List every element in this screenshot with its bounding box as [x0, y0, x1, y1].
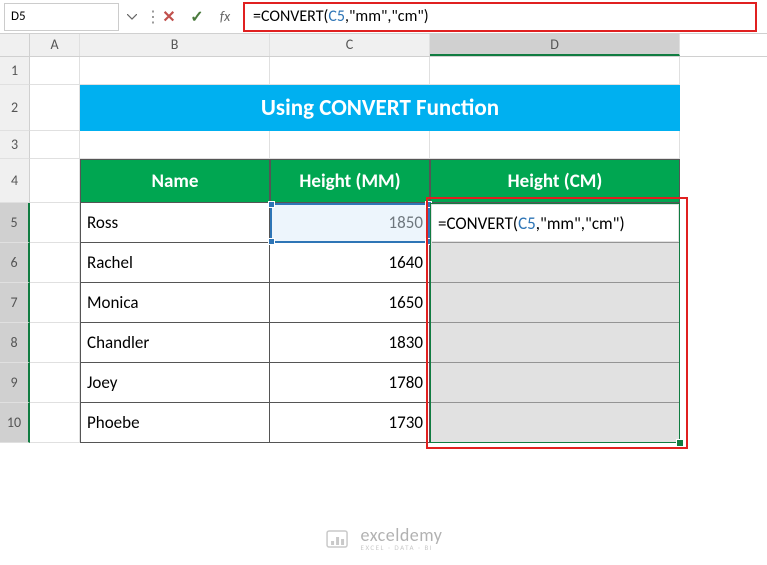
check-icon: ✓	[190, 7, 203, 27]
row-header-5[interactable]: 5	[0, 203, 30, 243]
cell-D5[interactable]	[430, 203, 680, 243]
formula-input[interactable]: =CONVERT(C5,"mm","cm")	[243, 2, 757, 32]
cell-A2[interactable]	[30, 85, 80, 131]
fx-icon: fx	[220, 8, 230, 25]
header-height-cm[interactable]: Height (CM)	[430, 159, 680, 203]
cell-C5[interactable]: 1850	[270, 203, 430, 243]
cell-C6[interactable]: 1640	[270, 243, 430, 283]
name-box-value: D5	[11, 9, 26, 24]
name-box-dropdown[interactable]	[123, 14, 141, 20]
cell-B8[interactable]: Chandler	[80, 323, 270, 363]
column-header-B[interactable]: B	[80, 34, 270, 56]
cell-B1[interactable]	[80, 57, 270, 85]
cell-B9[interactable]: Joey	[80, 363, 270, 403]
watermark-title: exceldemy	[361, 526, 443, 544]
row-header-4[interactable]: 4	[0, 159, 30, 203]
cell-D10[interactable]	[430, 403, 680, 443]
column-header-A[interactable]: A	[30, 34, 80, 56]
cancel-button[interactable]: ✕	[155, 3, 183, 31]
cell-A5[interactable]	[30, 203, 80, 243]
cell-C9[interactable]: 1780	[270, 363, 430, 403]
cell-C8[interactable]: 1830	[270, 323, 430, 363]
row-header-2[interactable]: 2	[0, 85, 30, 131]
watermark-logo: exceldemy EXCEL · DATA · BI	[325, 526, 443, 551]
cell-A8[interactable]	[30, 323, 80, 363]
formula-text: =CONVERT(C5,"mm","cm")	[253, 7, 429, 26]
column-header-C[interactable]: C	[270, 34, 430, 56]
cell-C3[interactable]	[270, 131, 430, 159]
header-height-mm[interactable]: Height (MM)	[270, 159, 430, 203]
cell-D9[interactable]	[430, 363, 680, 403]
cell-B3[interactable]	[80, 131, 270, 159]
cell-D8[interactable]	[430, 323, 680, 363]
row-header-6[interactable]: 6	[0, 243, 30, 283]
cell-C1[interactable]	[270, 57, 430, 85]
title-text: Using CONVERT Function	[261, 94, 499, 122]
header-name[interactable]: Name	[80, 159, 270, 203]
chevron-down-icon	[127, 14, 137, 20]
row-header-1[interactable]: 1	[0, 57, 30, 85]
cell-B7[interactable]: Monica	[80, 283, 270, 323]
name-box[interactable]: D5	[4, 3, 119, 31]
x-icon: ✕	[162, 7, 175, 27]
cell-D1[interactable]	[430, 57, 680, 85]
enter-button[interactable]: ✓	[183, 3, 211, 31]
row-header-9[interactable]: 9	[0, 363, 30, 403]
spreadsheet-grid: 1 2 Using CONVERT Function 3 4 Name Heig…	[0, 57, 767, 443]
cell-A1[interactable]	[30, 57, 80, 85]
cell-C10[interactable]: 1730	[270, 403, 430, 443]
title-banner[interactable]: Using CONVERT Function	[80, 85, 680, 131]
cell-A9[interactable]	[30, 363, 80, 403]
formula-bar: D5 ⋮ ✕ ✓ fx =CONVERT(C5,"mm","cm")	[0, 0, 767, 34]
exceldemy-icon	[325, 527, 353, 551]
cell-B6[interactable]: Rachel	[80, 243, 270, 283]
cell-D3[interactable]	[430, 131, 680, 159]
cell-C7[interactable]: 1650	[270, 283, 430, 323]
divider: ⋮	[145, 7, 151, 27]
cell-B10[interactable]: Phoebe	[80, 403, 270, 443]
cell-A6[interactable]	[30, 243, 80, 283]
column-headers: A B C D	[0, 34, 767, 57]
cell-D7[interactable]	[430, 283, 680, 323]
cell-B5[interactable]: Ross	[80, 203, 270, 243]
row-header-7[interactable]: 7	[0, 283, 30, 323]
cell-A4[interactable]	[30, 159, 80, 203]
fill-handle[interactable]	[676, 439, 684, 447]
select-all-cell[interactable]	[0, 34, 30, 56]
watermark-subtitle: EXCEL · DATA · BI	[361, 544, 443, 551]
row-header-3[interactable]: 3	[0, 131, 30, 159]
column-header-D[interactable]: D	[430, 34, 680, 56]
row-header-10[interactable]: 10	[0, 403, 30, 443]
cell-A7[interactable]	[30, 283, 80, 323]
cell-A3[interactable]	[30, 131, 80, 159]
cell-A10[interactable]	[30, 403, 80, 443]
row-header-8[interactable]: 8	[0, 323, 30, 363]
insert-function-button[interactable]: fx	[211, 3, 239, 31]
cell-D6[interactable]	[430, 243, 680, 283]
